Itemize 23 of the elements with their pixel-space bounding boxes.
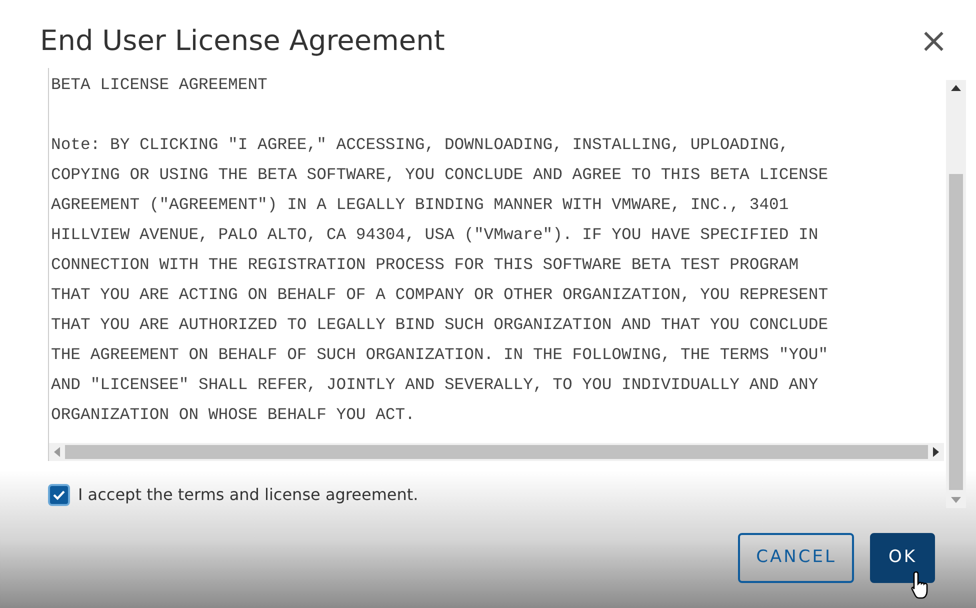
license-text-area[interactable]	[48, 68, 944, 461]
license-text-line: THE AGREEMENT ON BEHALF OF SUCH ORGANIZATION. IN THE FOLLOWING, THE TERMS "YOU"	[51, 344, 830, 366]
license-text-line: AND "LICENSEE" SHALL REFER, JOINTLY AND SEVERALLY, TO YOU INDIVIDUALLY AND ANY	[51, 374, 820, 396]
license-text-line: BETA LICENSE AGREEMENT	[51, 74, 268, 96]
license-text-line: HILLVIEW AVENUE, PALO ALTO, CA 94304, USA ("VMware"). IF YOU HAVE SPECIFIED IN	[51, 224, 820, 246]
license-text-line: THAT YOU ARE ACTING ON BEHALF OF A COMPANY OR OTHER ORGANIZATION, YOU REPRESENT	[51, 284, 830, 306]
scroll-up-icon[interactable]	[951, 84, 961, 92]
cancel-button[interactable]: CANCEL	[738, 533, 854, 583]
ok-button[interactable]: OK	[870, 533, 935, 583]
license-text-line: CONNECTION WITH THE REGISTRATION PROCESS FOR THIS SOFTWARE BETA TEST PROGRAM	[51, 254, 800, 276]
vertical-scrollbar[interactable]	[946, 80, 966, 508]
license-text-line: Note: BY CLICKING "I AGREE," ACCESSING, DOWNLOADING, INSTALLING, UPLOADING,	[51, 134, 790, 156]
license-text-line: ORGANIZATION ON WHOSE BEHALF YOU ACT.	[51, 404, 416, 426]
close-button[interactable]: ×	[916, 24, 952, 58]
accept-label[interactable]: I accept the terms and license agreement.	[78, 483, 418, 507]
license-text-line: AGREEMENT ("AGREEMENT") IN A LEGALLY BINDING MANNER WITH VMWARE, INC., 3401	[51, 194, 790, 216]
scroll-right-icon[interactable]	[932, 447, 940, 457]
accept-checkbox[interactable]	[48, 484, 70, 506]
check-icon	[53, 490, 65, 500]
dialog-title: End User License Agreement	[40, 24, 445, 58]
horizontal-scrollbar[interactable]	[49, 443, 944, 461]
license-text-line: THAT YOU ARE AUTHORIZED TO LEGALLY BIND SUCH ORGANIZATION AND THAT YOU CONCLUDE	[51, 314, 830, 336]
license-text-line: COPYING OR USING THE BETA SOFTWARE, YOU CONCLUDE AND AGREE TO THIS BETA LICENSE	[51, 164, 830, 186]
